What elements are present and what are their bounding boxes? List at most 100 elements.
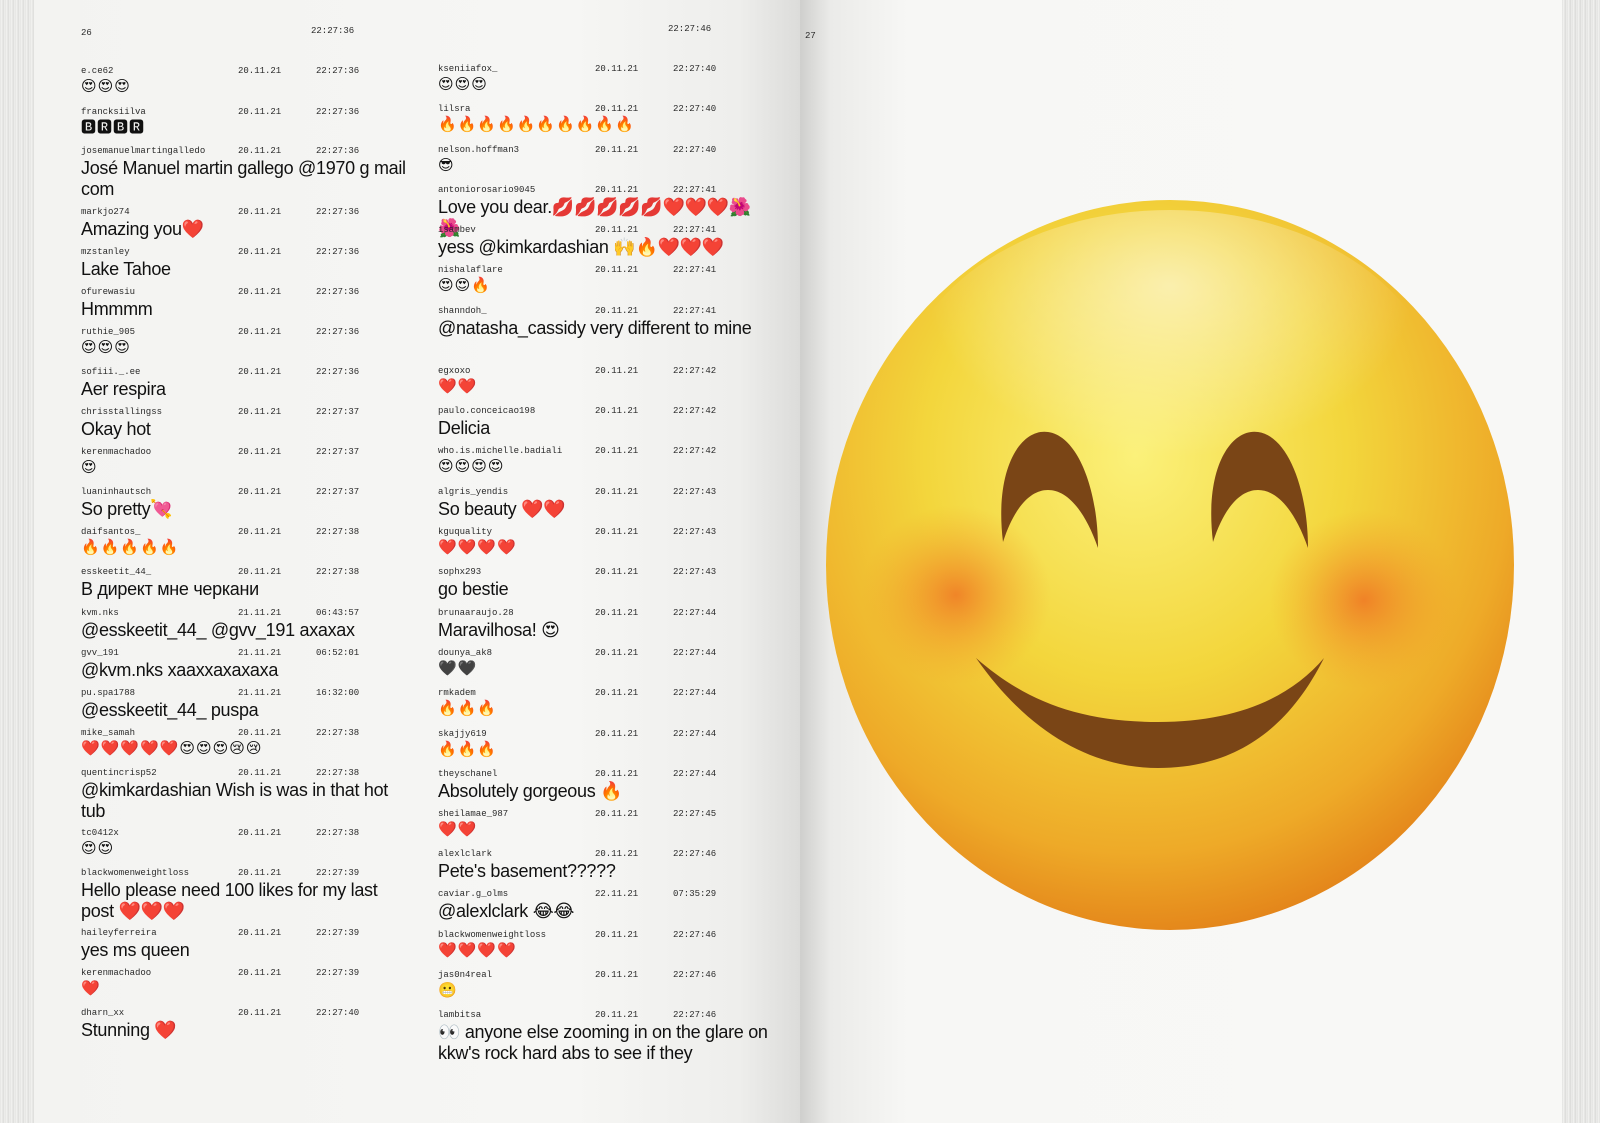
comment-username: nishalaflare xyxy=(438,265,503,275)
comment-username: alexlclark xyxy=(438,849,493,859)
comment-date: 20.11.21 xyxy=(595,769,639,779)
comment-entry: pu.spa1788 21.11.21 16:32:00 @esskeetit_44_… xyxy=(81,688,411,721)
comment-entry: kerenmachadoo 20.11.21 22:27:37 😍 xyxy=(81,447,411,477)
comment-text: 😬 xyxy=(438,982,458,999)
comment-text: @esskeetit_44_ @gvv_191 axaxax xyxy=(81,620,355,640)
comment-username: pu.spa1788 xyxy=(81,688,136,698)
comment-text: 😍😍🔥 xyxy=(438,277,491,294)
comment-username: rmkadem xyxy=(438,688,476,698)
comment-time: 22:27:44 xyxy=(673,648,717,658)
comment-entry: caviar.g_olms 22.11.21 07:35:29 @alexlclark… xyxy=(438,889,768,922)
comment-entry: sheilamae_987 20.11.21 22:27:45 ❤️❤️ xyxy=(438,809,768,839)
comment-username: theyschanel xyxy=(438,769,498,779)
comment-time: 22:27:36 xyxy=(316,107,360,117)
comment-date: 20.11.21 xyxy=(595,567,639,577)
comment-text: Hello please need 100 likes for my last … xyxy=(81,880,378,921)
comment-text: 🔥🔥🔥 xyxy=(438,700,498,717)
comment-date: 20.11.21 xyxy=(595,145,639,155)
comment-text: @esskeetit_44_ puspa xyxy=(81,700,259,720)
comment-time: 07:35:29 xyxy=(673,889,717,899)
comment-time: 22:27:36 xyxy=(316,367,360,377)
comment-entry: kvm.nks 21.11.21 06:43:57 @esskeetit_44_ @g… xyxy=(81,608,411,641)
comment-date: 20.11.21 xyxy=(238,487,282,497)
comment-username: gvv_191 xyxy=(81,648,119,658)
comment-entry: nelson.hoffman3 20.11.21 22:27:40 😎 xyxy=(438,145,768,175)
comment-time: 06:43:57 xyxy=(316,608,360,618)
comment-username: chrisstallingss xyxy=(81,407,163,417)
comment-text: So pretty💘 xyxy=(81,499,173,519)
comment-username: tc0412x xyxy=(81,828,119,838)
comment-date: 20.11.21 xyxy=(595,648,639,658)
comment-time: 22:27:40 xyxy=(673,104,717,114)
page-stack-right xyxy=(1562,0,1600,1123)
comment-date: 20.11.21 xyxy=(595,487,639,497)
comment-text: Aer respira xyxy=(81,379,166,399)
comment-date: 21.11.21 xyxy=(238,648,282,658)
comment-date: 20.11.21 xyxy=(595,930,639,940)
comment-entry: theyschanel 20.11.21 22:27:44 Absolutely go… xyxy=(438,769,768,802)
comment-time: 22:27:36 xyxy=(316,207,360,217)
comment-text: @alexlclark 😂😂 xyxy=(438,901,575,921)
comment-time: 22:27:43 xyxy=(673,487,717,497)
comment-entry: nishalaflare 20.11.21 22:27:41 😍😍🔥 xyxy=(438,265,768,295)
comment-time: 22:27:41 xyxy=(673,265,717,275)
comment-username: ofurewasiu xyxy=(81,287,136,297)
comment-entry: algris_yendis 20.11.21 22:27:43 So beauty ❤… xyxy=(438,487,768,520)
comment-username: kseniiafox_ xyxy=(438,64,498,74)
page-number-right: 27 xyxy=(805,31,816,41)
comment-date: 20.11.21 xyxy=(238,828,282,838)
comment-text: 😍 xyxy=(81,459,98,476)
comment-entry: mike_samah 20.11.21 22:27:38 ❤️❤️❤️❤️❤️😍😍😍😢… xyxy=(81,728,411,758)
comment-date: 20.11.21 xyxy=(238,407,282,417)
comment-date: 20.11.21 xyxy=(238,1008,282,1018)
comment-time: 22:27:41 xyxy=(673,185,717,195)
comment-date: 20.11.21 xyxy=(238,287,282,297)
comment-date: 20.11.21 xyxy=(238,928,282,938)
comment-time: 22:27:36 xyxy=(316,146,360,156)
comment-username: daifsantos_ xyxy=(81,527,141,537)
comment-entry: dharn_xx 20.11.21 22:27:40 Stunning ❤️ xyxy=(81,1008,411,1041)
comment-time: 22:27:43 xyxy=(673,527,717,537)
comment-text: ❤️❤️❤️❤️❤️😍😍😍😢😢 xyxy=(81,740,263,757)
comment-date: 22.11.21 xyxy=(595,889,639,899)
comment-time: 22:27:39 xyxy=(316,868,360,878)
comment-time: 22:27:37 xyxy=(316,407,360,417)
comment-time: 22:27:36 xyxy=(316,327,360,337)
comment-entry: brunaaraujo.28 20.11.21 22:27:44 Maravilhos… xyxy=(438,608,768,641)
comment-date: 20.11.21 xyxy=(595,809,639,819)
comment-text: Maravilhosa! 😍 xyxy=(438,620,560,640)
comment-date: 20.11.21 xyxy=(595,729,639,739)
comment-time: 22:27:44 xyxy=(673,688,717,698)
comment-time: 22:27:37 xyxy=(316,487,360,497)
comment-time: 22:27:46 xyxy=(673,849,717,859)
comment-text: Amazing you❤️ xyxy=(81,219,204,239)
left-cheek-blush xyxy=(861,505,1051,685)
comment-username: egxoxo xyxy=(438,366,471,376)
comment-username: sofiii._.ee xyxy=(81,367,141,377)
comment-entry: lambitsa 20.11.21 22:27:46 👀 anyone else zo… xyxy=(438,1010,768,1063)
comment-username: markjo274 xyxy=(81,207,130,217)
comment-username: haileyferreira xyxy=(81,928,157,938)
comment-text: Pete's basement????? xyxy=(438,861,616,881)
comment-date: 20.11.21 xyxy=(238,327,282,337)
comment-text: Stunning ❤️ xyxy=(81,1020,177,1040)
comment-time: 22:27:40 xyxy=(316,1008,360,1018)
comment-entry: gvv_191 21.11.21 06:52:01 @kvm.nks xaaxxaxa… xyxy=(81,648,411,681)
comment-time: 22:27:45 xyxy=(673,809,717,819)
comment-entry: ofurewasiu 20.11.21 22:27:36 Hmmmm xyxy=(81,287,411,320)
comment-time: 22:27:36 xyxy=(316,66,360,76)
comment-username: sheilamae_987 xyxy=(438,809,509,819)
comment-username: antoniorosario9045 xyxy=(438,185,536,195)
comment-username: kguquality xyxy=(438,527,493,537)
comment-entry: paulo.conceicao198 20.11.21 22:27:42 Delici… xyxy=(438,406,768,439)
comment-username: algris_yendis xyxy=(438,487,509,497)
comment-entry: e.ce62 20.11.21 22:27:36 😍😍😍 xyxy=(81,66,411,96)
comment-username: lilsra xyxy=(438,104,471,114)
comment-date: 20.11.21 xyxy=(595,265,639,275)
comment-date: 20.11.21 xyxy=(595,104,639,114)
comment-text: @kimkardashian Wish is was in that hot t… xyxy=(81,780,388,821)
comment-date: 20.11.21 xyxy=(595,527,639,537)
comment-time: 22:27:37 xyxy=(316,447,360,457)
comment-date: 20.11.21 xyxy=(238,768,282,778)
comment-entry: kguquality 20.11.21 22:27:43 ❤️❤️❤️❤️ xyxy=(438,527,768,557)
